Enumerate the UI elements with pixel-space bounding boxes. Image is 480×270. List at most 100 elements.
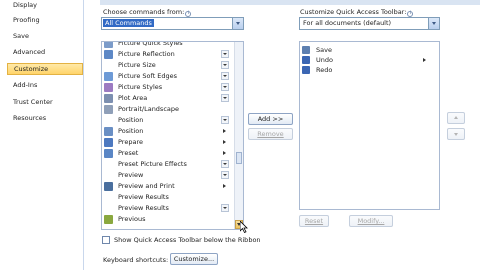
customize-qat-text: Customize Quick Access Toolbar:	[300, 8, 407, 16]
sidebar-item-proofing[interactable]: Proofing	[0, 14, 82, 26]
chevron-down-icon[interactable]	[428, 18, 439, 29]
command-label: Picture Styles	[118, 83, 163, 91]
command-list-item[interactable]: Picture Size	[104, 60, 230, 71]
qat-list-item[interactable]: Save	[302, 45, 432, 55]
sidebar-item-display[interactable]: Display	[0, 0, 82, 11]
command-list-item[interactable]: Plot Area	[104, 93, 230, 104]
remove-button-label: Remove	[257, 130, 284, 138]
position-icon	[104, 127, 113, 136]
command-list-item[interactable]: Preview Results	[104, 192, 230, 203]
sidebar-item-trust-center[interactable]: Trust Center	[0, 96, 82, 108]
customize-shortcuts-button[interactable]: Customize...	[170, 253, 218, 265]
commands-scrollbar[interactable]	[234, 42, 243, 229]
qat-list[interactable]: Save Undo Redo	[299, 41, 440, 210]
show-below-ribbon-checkbox[interactable]	[102, 236, 110, 244]
dropdown-indicator-icon	[221, 94, 229, 102]
command-label: Picture Soft Edges	[118, 72, 178, 80]
chevron-up-icon	[454, 116, 458, 119]
add-button[interactable]: Add >>	[248, 113, 293, 125]
scrollbar-thumb[interactable]	[236, 152, 242, 164]
command-label: Preview and Print	[118, 182, 175, 190]
qat-list-item[interactable]: Redo	[302, 65, 432, 75]
orientation-icon	[104, 105, 113, 114]
submenu-arrow-icon	[423, 58, 426, 62]
command-list-item[interactable]: Portrait/Landscape	[104, 104, 230, 115]
command-label: Preset	[118, 149, 139, 157]
sidebar-item-advanced[interactable]: Advanced	[0, 46, 82, 58]
command-label: Prepare	[118, 138, 143, 146]
move-down-button[interactable]	[447, 128, 465, 140]
for-documents-value: For all documents (default)	[303, 19, 392, 27]
command-list-item[interactable]: Picture Soft Edges	[104, 71, 230, 82]
commands-list[interactable]: Picture Quick Styles Picture Reflection Pi…	[101, 41, 244, 230]
sidebar-item-label: Display	[13, 1, 37, 9]
command-label: Portrait/Landscape	[118, 105, 180, 113]
sidebar-item-customize[interactable]: Customize	[7, 63, 83, 75]
modify-button-label: Modify...	[357, 217, 385, 225]
choose-commands-dropdown[interactable]: All Commands	[101, 17, 244, 30]
command-label: Picture Quick Styles	[118, 41, 183, 47]
sidebar-item-label: Proofing	[13, 16, 40, 24]
command-label: Plot Area	[118, 94, 148, 102]
modify-button[interactable]: Modify...	[349, 215, 393, 227]
move-up-button[interactable]	[447, 112, 465, 124]
dropdown-indicator-icon	[221, 171, 229, 179]
command-list-item[interactable]: Picture Reflection	[104, 49, 230, 60]
command-list-item[interactable]: Preview Results	[104, 203, 230, 214]
title-strip	[100, 0, 480, 5]
qat-item-label: Redo	[316, 66, 333, 74]
customize-shortcuts-button-label: Customize...	[173, 255, 215, 263]
command-list-item[interactable]: Preview	[104, 170, 230, 181]
sidebar-item-label: Trust Center	[13, 98, 53, 106]
show-below-ribbon-text: Show Quick Access Toolbar below the Ribb…	[114, 236, 261, 244]
preset-icon	[104, 149, 113, 158]
show-below-ribbon-label[interactable]: Show Quick Access Toolbar below the Ribb…	[114, 236, 261, 244]
dropdown-indicator-icon	[221, 61, 229, 69]
sidebar-item-label: Advanced	[13, 48, 46, 56]
command-list-item[interactable]: Picture Quick Styles	[104, 41, 230, 49]
choose-commands-value: All Commands	[103, 19, 154, 27]
submenu-arrow-icon	[223, 129, 226, 133]
chevron-down-icon	[454, 133, 458, 136]
qat-list-item[interactable]: Undo	[302, 55, 432, 65]
submenu-arrow-icon	[223, 151, 226, 155]
command-label: Position	[118, 116, 144, 124]
reset-button[interactable]: Reset	[299, 215, 329, 227]
command-label: Picture Size	[118, 61, 156, 69]
command-label: Preview Results	[118, 193, 169, 201]
keyboard-shortcuts-label: Keyboard shortcuts:	[103, 256, 168, 264]
command-list-item[interactable]: Position	[104, 115, 230, 126]
chevron-down-icon[interactable]	[232, 18, 243, 29]
command-label: Preview Results	[118, 204, 169, 212]
command-list-item[interactable]: Prepare	[104, 137, 230, 148]
add-button-label: Add >>	[257, 115, 284, 123]
command-label: Preview	[118, 171, 144, 179]
command-list-item[interactable]: Picture Styles	[104, 82, 230, 93]
picture-icon	[104, 50, 113, 59]
save-icon	[302, 46, 310, 54]
sidebar-item-label: Resources	[13, 114, 47, 122]
remove-button[interactable]: Remove	[248, 128, 293, 140]
choose-commands-label: Choose commands from: i	[103, 8, 192, 17]
qat-item-label: Undo	[316, 56, 333, 64]
sidebar-item-save[interactable]: Save	[0, 30, 82, 42]
command-list-item[interactable]: Preset	[104, 148, 230, 159]
command-list-item[interactable]: Position	[104, 126, 230, 137]
dropdown-indicator-icon	[221, 116, 229, 124]
customize-qat-label: Customize Quick Access Toolbar: i	[300, 8, 414, 17]
keyboard-shortcuts-text: Keyboard shortcuts:	[103, 256, 169, 264]
sidebar-item-add-ins[interactable]: Add-Ins	[0, 79, 82, 91]
command-list-item[interactable]: Preset Picture Effects	[104, 159, 230, 170]
dropdown-indicator-icon	[221, 160, 229, 168]
dropdown-indicator-icon	[221, 83, 229, 91]
plot-area-icon	[104, 94, 113, 103]
styles-icon	[104, 83, 113, 92]
command-label: Position	[118, 127, 144, 135]
command-list-item[interactable]: Preview and Print	[104, 181, 230, 192]
options-sidebar: Display Proofing Save Advanced Customize…	[0, 0, 84, 270]
previous-icon	[104, 215, 113, 224]
dropdown-indicator-icon	[221, 50, 229, 58]
sidebar-item-resources[interactable]: Resources	[0, 112, 82, 124]
for-documents-dropdown[interactable]: For all documents (default)	[299, 17, 440, 30]
command-list-item[interactable]: Previous	[104, 214, 230, 225]
